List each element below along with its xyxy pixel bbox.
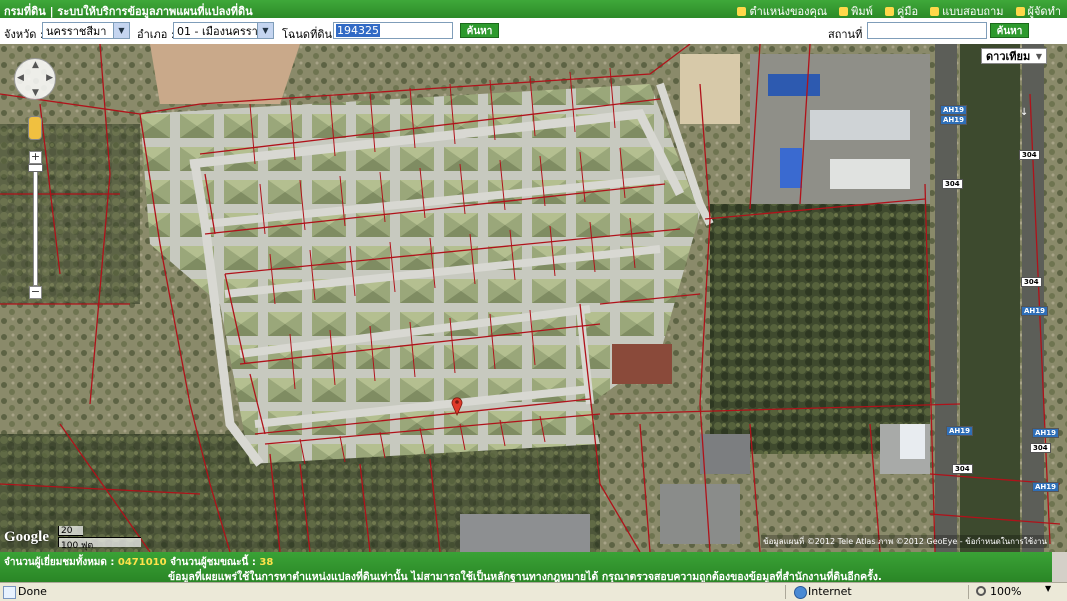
pan-up-icon[interactable]: ▲ [32,60,39,70]
title-bar: กรมที่ดิน | ระบบให้บริการข้อมูลภาพแผนที่… [0,0,1067,18]
info-bar: จำนวนผู้เยี่ยมชมทั้งหมด : 0471010 จำนวนผ… [0,552,1052,583]
status-text: Done [18,585,47,598]
route-shield: AH19 [946,426,974,436]
district-label: อำเภอ : [137,28,175,41]
page-done-icon [3,586,16,599]
place-search-button[interactable]: ค้นหา [990,23,1029,38]
street-view-pegman-icon[interactable] [28,116,42,140]
satellite-map[interactable]: ▲ ▼ ◀ ▶ + − ดาวเทียม ▼ AH19 AH19 304 304… [0,44,1067,552]
pan-down-icon[interactable]: ▼ [32,88,39,98]
print-icon [839,6,849,16]
pan-control[interactable]: ▲ ▼ ◀ ▶ [14,58,56,100]
map-copyright[interactable]: ข้อมูลแผนที่ ©2012 Tele Atlas ภาพ ©2012 … [761,535,1049,548]
route-shield: 304 [1021,277,1042,287]
chevron-down-icon[interactable]: ▼ [1045,584,1051,593]
chevron-down-icon[interactable]: ▼ [257,23,273,38]
map-type-dropdown[interactable]: ดาวเทียม ▼ [981,48,1047,64]
district-select[interactable]: 01 - เมืองนครราชสี ▼ [173,22,274,39]
pan-left-icon[interactable]: ◀ [17,73,24,83]
route-shield: AH19 [940,105,968,115]
google-logo[interactable]: Google [4,529,49,546]
deed-search-button[interactable]: ค้นหา [460,23,499,38]
scrollbar-corner [1052,552,1067,582]
chevron-down-icon[interactable]: ▼ [113,23,129,38]
place-input[interactable] [867,22,987,39]
route-shield: AH19 [1032,428,1060,438]
authors-icon [1015,6,1025,16]
chevron-down-icon: ▼ [1035,52,1042,61]
visitor-count: 0471010 [117,557,167,568]
province-select[interactable]: นครราชสีมา ▼ [42,22,130,39]
security-zone[interactable]: Internet [808,585,852,598]
zoom-slider-thumb[interactable] [28,164,43,172]
route-shield: 304 [1019,150,1040,160]
zoom-out-button[interactable]: − [29,286,42,299]
divider [968,585,969,599]
zoom-magnifier-icon [976,586,986,596]
route-shield: 304 [942,179,963,189]
route-shield: AH19 [1021,306,1049,316]
map-scale: 20 ม. 100 ฟุต [58,526,142,551]
internet-zone-icon [794,586,807,599]
route-shield: 304 [952,464,973,474]
parcel-marker-icon[interactable] [451,396,463,416]
online-count: 38 [259,557,274,568]
map-imagery [0,44,1067,552]
location-person-icon [737,6,747,16]
route-shield: AH19 [1032,482,1060,492]
manual-icon [884,6,894,16]
road-direction-arrow-icon: ↓ [1020,107,1029,118]
province-label: จังหวัด : [4,28,44,41]
place-label: สถานที่ : [828,28,870,41]
pan-right-icon[interactable]: ▶ [46,73,53,83]
route-shield: 304 [1030,443,1051,453]
search-toolbar: จังหวัด : นครราชสีมา ▼ อำเภอ : 01 - เมือ… [0,18,1067,45]
deed-number-input[interactable]: 194325 [333,22,453,39]
deed-label: โฉนดที่ดิน : [282,28,340,41]
zoom-level[interactable]: 100% [990,585,1021,598]
zoom-in-button[interactable]: + [29,151,42,164]
zoom-slider[interactable] [33,165,38,286]
divider [785,585,786,599]
browser-status-bar: Done Internet 100% ▼ [0,582,1067,601]
route-shield: AH19 [940,115,968,125]
survey-icon [930,6,940,16]
